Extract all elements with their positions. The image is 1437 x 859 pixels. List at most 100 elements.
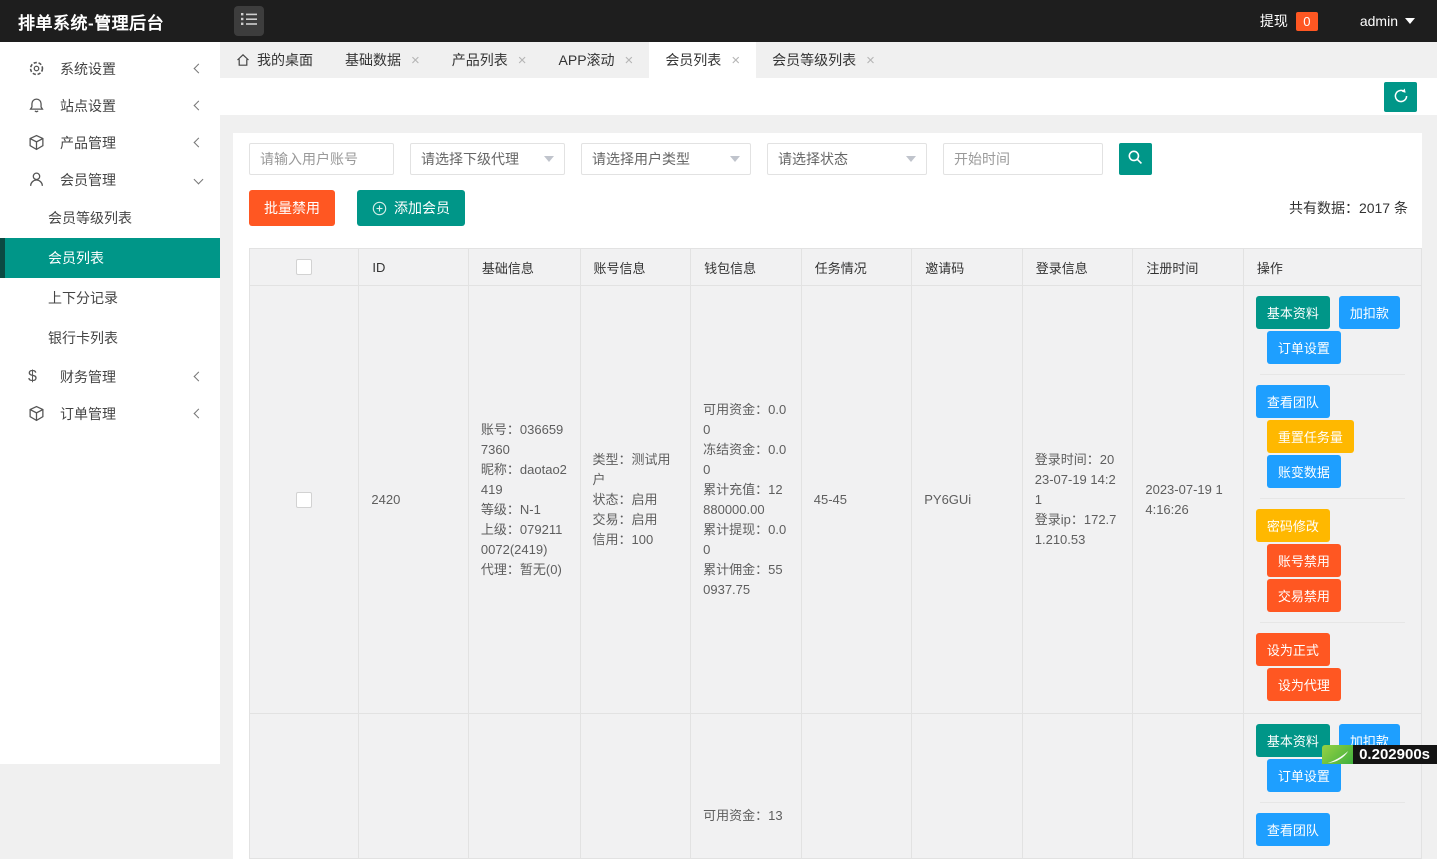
account-changes-button[interactable]: 账变数据 <box>1267 455 1341 488</box>
divider <box>1260 498 1405 499</box>
account-type: 类型：测试用户 <box>593 450 679 490</box>
cell-operations: 基本资料 加扣款 订单设置 查看团队 <box>1243 714 1421 859</box>
search-button[interactable] <box>1119 143 1152 175</box>
disable-account-button[interactable]: 账号禁用 <box>1267 544 1341 577</box>
status-select[interactable]: 请选择状态 <box>767 143 927 175</box>
withdraw-count-badge: 0 <box>1296 12 1318 31</box>
total-count-text: 共有数据：2017 条 <box>1289 198 1408 218</box>
sidebar: 系统设置 站点设置 产品管理 会员管理 会员等级列表 会员列表 上下分记录 银行… <box>0 42 220 764</box>
add-member-label: 添加会员 <box>394 198 450 218</box>
cube-icon <box>28 405 45 422</box>
login-time: 登录时间：2023-07-19 14:21 <box>1035 450 1121 510</box>
user-type-select[interactable]: 请选择用户类型 <box>581 143 751 175</box>
account-status: 状态：启用 <box>593 490 679 510</box>
row-checkbox[interactable] <box>296 492 312 508</box>
tab-my-desktop[interactable]: 我的桌面 <box>220 42 329 78</box>
basic-nickname: 昵称：daotao2419 <box>481 460 568 500</box>
add-member-button[interactable]: 添加会员 <box>357 190 465 226</box>
sidebar-item-member-level-list[interactable]: 会员等级列表 <box>0 198 220 238</box>
user-icon <box>28 171 45 188</box>
refresh-button[interactable] <box>1384 82 1417 112</box>
sidebar-item-label: 会员列表 <box>48 248 104 268</box>
basic-profile-button[interactable]: 基本资料 <box>1256 296 1330 329</box>
add-deduct-button[interactable]: 加扣款 <box>1339 296 1400 329</box>
sidebar-item-label: 上下分记录 <box>48 288 118 308</box>
member-list-panel: 请选择下级代理 请选择用户类型 请选择状态 <box>233 133 1422 859</box>
order-settings-button[interactable]: 订单设置 <box>1267 331 1341 364</box>
close-icon[interactable]: × <box>731 53 740 68</box>
column-header-basic-info: 基础信息 <box>468 249 580 286</box>
reset-tasks-button[interactable]: 重置任务量 <box>1267 420 1354 453</box>
sidebar-item-member-management[interactable]: 会员管理 <box>0 161 220 198</box>
sidebar-item-finance-management[interactable]: $ 财务管理 <box>0 358 220 395</box>
chevron-left-icon <box>194 372 204 382</box>
account-trading: 交易：启用 <box>593 510 679 530</box>
tab-member-level-list[interactable]: 会员等级列表 × <box>756 42 891 78</box>
withdraw-label[interactable]: 提现 <box>1260 11 1288 31</box>
view-team-button[interactable]: 查看团队 <box>1256 813 1330 846</box>
start-time-input[interactable] <box>943 143 1103 175</box>
close-icon[interactable]: × <box>411 53 420 68</box>
content: 请选择下级代理 请选择用户类型 请选择状态 <box>220 115 1437 859</box>
column-header-task-status: 任务情况 <box>801 249 912 286</box>
cell-register-time: 2023-07-19 14:16:26 <box>1133 286 1244 714</box>
chevron-left-icon <box>194 138 204 148</box>
tab-basic-data[interactable]: 基础数据 × <box>329 42 436 78</box>
topbar: 排单系统-管理后台 提现 0 admin <box>0 0 1437 42</box>
tab-label: APP滚动 <box>559 50 615 70</box>
sidebar-item-bank-card-list[interactable]: 银行卡列表 <box>0 318 220 358</box>
sidebar-item-system-settings[interactable]: 系统设置 <box>0 50 220 87</box>
wallet-available: 可用资金：13 <box>703 806 791 826</box>
account-credit: 信用：100 <box>593 530 679 550</box>
username: admin <box>1360 13 1398 29</box>
close-icon[interactable]: × <box>625 53 634 68</box>
list-menu-icon <box>241 12 257 31</box>
change-password-button[interactable]: 密码修改 <box>1256 509 1330 542</box>
basic-profile-button[interactable]: 基本资料 <box>1256 724 1330 757</box>
cell-account-info: 类型：测试用户 状态：启用 交易：启用 信用：100 <box>580 286 691 714</box>
cell-operations: 基本资料 加扣款 订单设置 查看团队 重置任务量 <box>1243 286 1421 714</box>
set-agent-button[interactable]: 设为代理 <box>1267 668 1341 701</box>
plus-circle-icon <box>372 201 387 216</box>
app-title: 排单系统-管理后台 <box>0 9 164 34</box>
action-row: 批量禁用 添加会员 共有数据：2017 条 <box>249 190 1422 226</box>
sidebar-item-site-settings[interactable]: 站点设置 <box>0 87 220 124</box>
refresh-icon <box>1392 87 1410 108</box>
debug-bar: 0.202900s <box>1322 745 1437 764</box>
select-all-checkbox[interactable] <box>296 259 312 275</box>
set-official-button[interactable]: 设为正式 <box>1256 633 1330 666</box>
close-icon[interactable]: × <box>866 53 875 68</box>
basic-superior: 上级：0792110072(2419) <box>481 520 568 560</box>
batch-disable-button[interactable]: 批量禁用 <box>249 190 335 226</box>
sidebar-item-member-list[interactable]: 会员列表 <box>0 238 220 278</box>
chevron-down-icon <box>544 156 554 162</box>
user-menu[interactable]: admin <box>1360 13 1415 29</box>
chevron-down-icon <box>730 156 740 162</box>
close-icon[interactable]: × <box>518 53 527 68</box>
chevron-down-icon <box>906 156 916 162</box>
chevron-left-icon <box>194 409 204 419</box>
sidebar-item-order-management[interactable]: 订单管理 <box>0 395 220 432</box>
search-icon <box>1127 149 1144 169</box>
login-ip: 登录ip：172.71.210.53 <box>1035 510 1121 550</box>
sidebar-item-label: 系统设置 <box>60 59 195 79</box>
table-row: 可用资金：13 基本资料 加扣款 订单设置 <box>250 714 1422 859</box>
tab-product-list[interactable]: 产品列表 × <box>436 42 543 78</box>
sidebar-item-points-records[interactable]: 上下分记录 <box>0 278 220 318</box>
sidebar-toggle-button[interactable] <box>234 6 264 36</box>
sidebar-item-product-management[interactable]: 产品管理 <box>0 124 220 161</box>
tab-app-scroll[interactable]: APP滚动 × <box>543 42 650 78</box>
view-team-button[interactable]: 查看团队 <box>1256 385 1330 418</box>
agent-select[interactable]: 请选择下级代理 <box>410 143 565 175</box>
cell-wallet-info: 可用资金：0.00 冻结资金：0.00 累计充值：12880000.00 累计提… <box>691 286 802 714</box>
page-toolbar <box>220 78 1437 115</box>
account-search-input[interactable] <box>249 143 394 175</box>
thinkphp-logo-icon[interactable] <box>1322 745 1353 764</box>
tab-label: 产品列表 <box>452 50 508 70</box>
wallet-frozen: 冻结资金：0.00 <box>703 440 789 480</box>
main-area: 我的桌面 基础数据 × 产品列表 × APP滚动 × 会员列表 × 会员等级列表… <box>220 42 1437 764</box>
column-header-invite-code: 邀请码 <box>912 249 1023 286</box>
disable-trading-button[interactable]: 交易禁用 <box>1267 579 1341 612</box>
chevron-down-icon <box>1405 18 1415 24</box>
tab-member-list[interactable]: 会员列表 × <box>649 42 756 78</box>
